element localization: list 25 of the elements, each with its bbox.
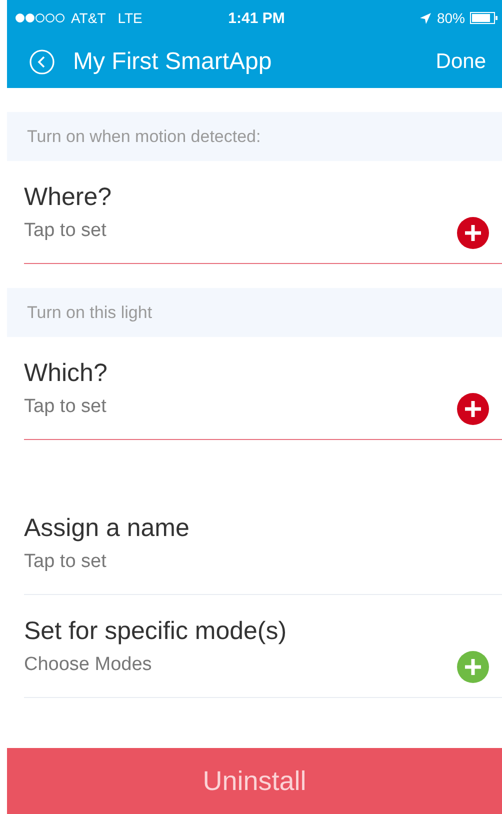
setting-title: Where?	[24, 182, 112, 212]
carrier: AT&T	[71, 10, 106, 26]
network-type: LTE	[118, 10, 142, 26]
setting-value: Tap to set	[24, 550, 106, 572]
setting-row[interactable]: Where? Tap to set	[24, 161, 502, 264]
section-header: Turn on when motion detected:	[7, 112, 502, 161]
setting-row[interactable]: Assign a name Tap to set	[24, 492, 502, 595]
setting-title: Set for specific mode(s)	[24, 616, 287, 646]
signal-icon	[15, 13, 65, 23]
screen-title: My First SmartApp	[73, 48, 273, 76]
setting-value: Tap to set	[24, 396, 106, 418]
setting-row[interactable]: Set for specific mode(s) Choose Modes	[24, 595, 502, 698]
setting-value: Choose Modes	[24, 654, 152, 676]
back-icon[interactable]	[29, 49, 55, 75]
battery-percent: 80%	[436, 10, 466, 26]
setting-value: Tap to set	[24, 220, 106, 242]
add-icon[interactable]	[457, 393, 489, 425]
location-arrow-icon	[418, 12, 432, 24]
add-icon[interactable]	[457, 217, 489, 249]
clock: 1:41 PM	[228, 10, 285, 26]
section-header: Turn on this light	[7, 288, 502, 337]
setting-title: Assign a name	[24, 514, 190, 542]
setting-row[interactable]: Which? Tap to set	[24, 337, 502, 440]
setting-title: Which?	[24, 358, 108, 388]
battery-icon	[470, 12, 498, 24]
